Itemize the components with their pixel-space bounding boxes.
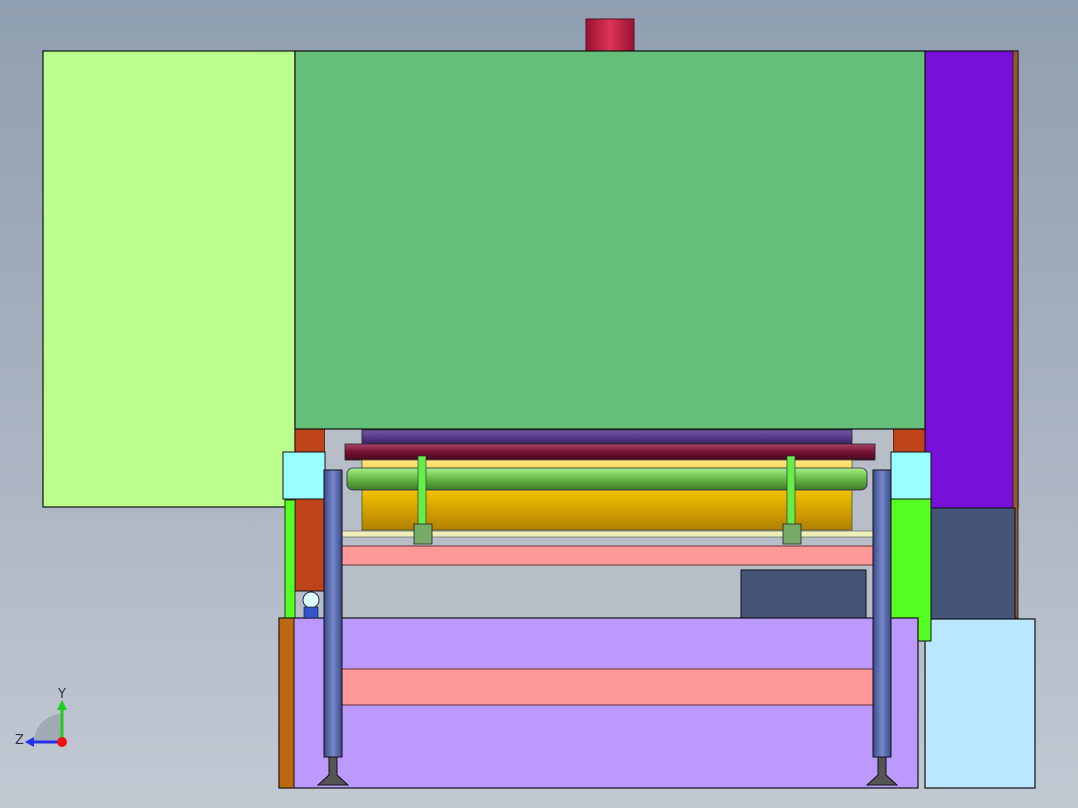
z-axis-label: Z: [15, 733, 24, 748]
right-actuator-rod[interactable]: [786, 455, 796, 532]
right-support-post[interactable]: [872, 469, 892, 758]
left-cyan-block[interactable]: [282, 451, 326, 500]
right-panel[interactable]: [924, 50, 1019, 509]
right-actuator-head[interactable]: [782, 523, 802, 545]
left-green-strip: [284, 499, 296, 619]
axis-triad[interactable]: Y Z: [10, 684, 80, 754]
blue-roller[interactable]: [361, 429, 853, 445]
cad-viewport[interactable]: Y Z: [0, 0, 1078, 808]
top-cylinder[interactable]: [585, 18, 635, 53]
machine-model[interactable]: [0, 0, 1078, 808]
left-actuator-rod[interactable]: [417, 455, 427, 532]
left-actuator-head[interactable]: [413, 523, 433, 545]
y-axis-label: Y: [57, 687, 66, 702]
main-panel[interactable]: [294, 50, 926, 430]
right-light-blue-box[interactable]: [924, 618, 1036, 789]
motor-box[interactable]: [740, 569, 867, 621]
lower-pink-bar[interactable]: [341, 668, 876, 706]
z-axis-arrow-icon: [25, 737, 34, 747]
upper-pink-bar[interactable]: [339, 545, 886, 566]
x-axis-origin-icon: [57, 737, 67, 747]
right-cyan-block[interactable]: [890, 451, 932, 500]
triad-quarter-disc: [34, 714, 62, 742]
left-panel[interactable]: [42, 50, 296, 508]
sensor-base: [303, 606, 319, 619]
right-frame-rail: [892, 428, 926, 454]
sensor-bulb[interactable]: [302, 591, 320, 609]
right-slate-box[interactable]: [924, 507, 1016, 621]
base-left-strip: [278, 617, 295, 789]
left-support-post[interactable]: [323, 469, 343, 758]
